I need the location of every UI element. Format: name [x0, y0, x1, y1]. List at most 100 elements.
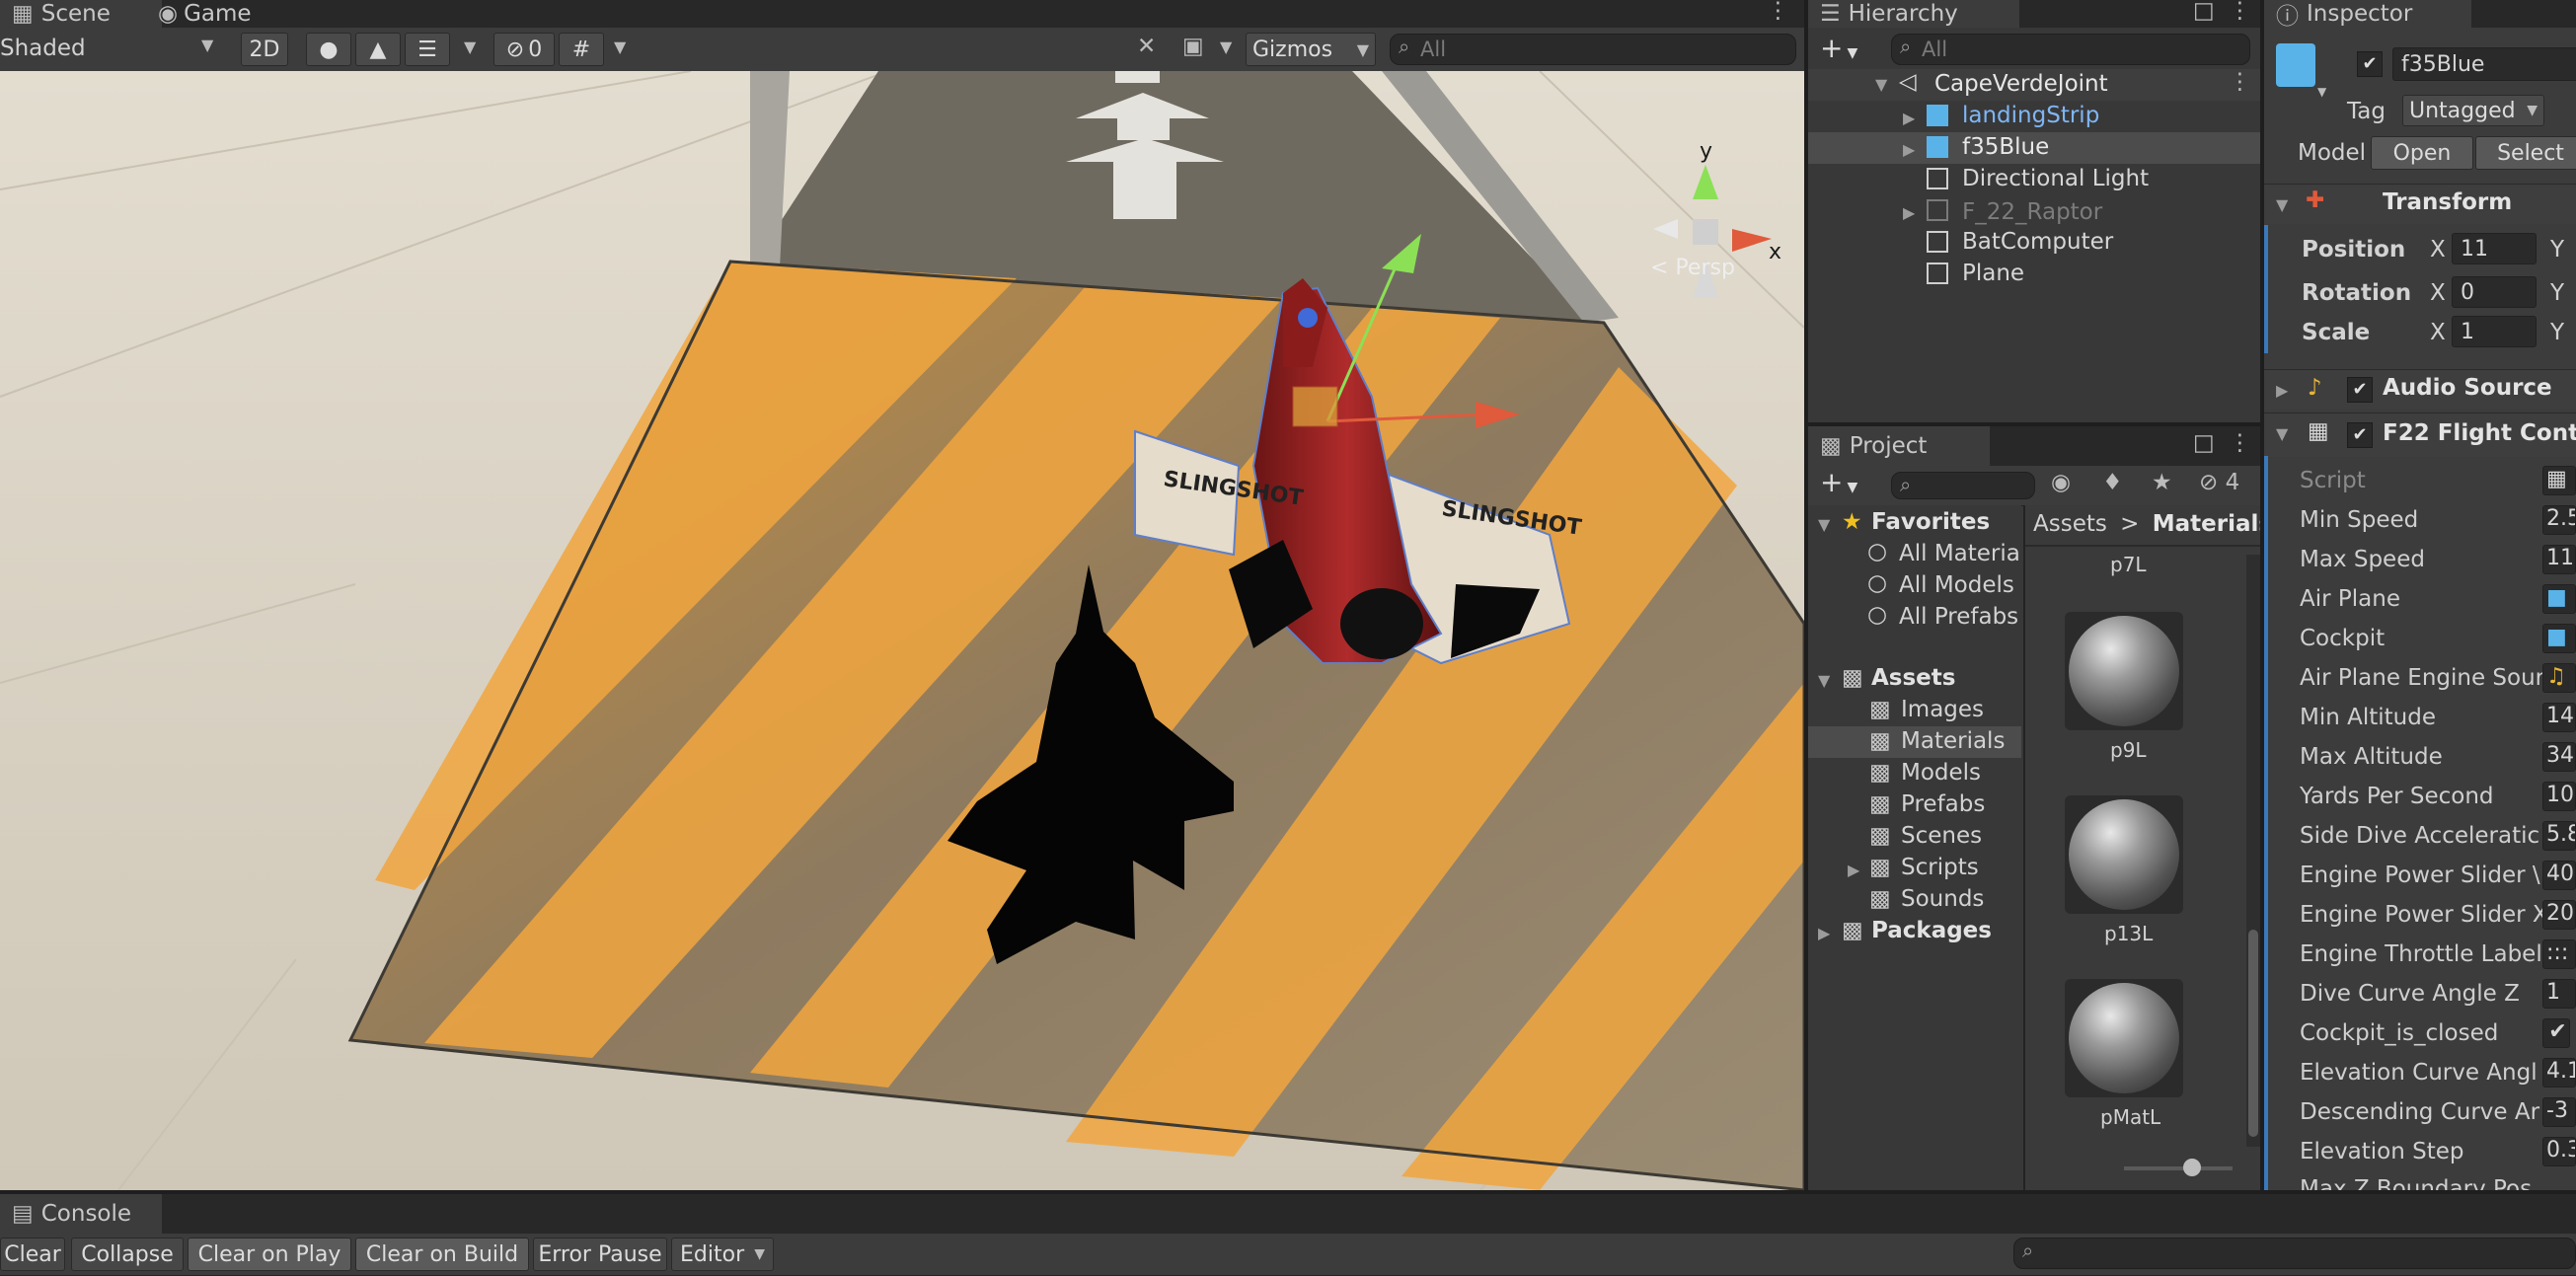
field-value[interactable]: -3 [2542, 1097, 2576, 1127]
tab-game[interactable]: ◉ Game [146, 0, 298, 28]
audio-toggle-button[interactable]: ▲ [355, 33, 401, 66]
breadcrumb-assets[interactable]: Assets [2033, 511, 2107, 537]
shading-mode-dropdown[interactable]: Shaded ▼ [0, 36, 225, 65]
2d-toggle-button[interactable]: 2D [241, 33, 288, 66]
thumbnail-size-slider[interactable] [2124, 1159, 2233, 1176]
slider-handle[interactable] [2183, 1159, 2201, 1176]
folder-item[interactable]: Scenes [1901, 823, 1982, 849]
grid-dropdown-arrow[interactable]: ▼ [614, 38, 626, 56]
effects-dropdown-arrow[interactable]: ▼ [464, 38, 476, 56]
packages-label[interactable]: Packages [1871, 918, 1992, 943]
material-label[interactable]: p7L [2110, 553, 2147, 576]
expand-arrow-icon[interactable]: ▶ [1848, 861, 1859, 879]
field-value[interactable]: 20 [2542, 900, 2576, 930]
field-value[interactable]: 34 [2542, 742, 2576, 772]
field-value[interactable]: ::: [2542, 939, 2576, 969]
console-collapse-button[interactable]: Collapse [71, 1238, 184, 1271]
material-thumbnail[interactable] [2065, 979, 2183, 1097]
expand-arrow-icon[interactable]: ▶ [2276, 381, 2288, 400]
audio-source-enabled-checkbox[interactable]: ✔ [2347, 377, 2373, 403]
folder-item[interactable]: Scripts [1901, 855, 1979, 880]
checkbox-value[interactable]: ✔ [2542, 1018, 2570, 1048]
material-thumbnail[interactable] [2065, 795, 2183, 914]
chevron-down-icon[interactable]: ▼ [2317, 85, 2326, 99]
active-checkbox[interactable]: ✔ [2357, 51, 2383, 77]
field-value[interactable]: 11. [2542, 545, 2576, 574]
expand-arrow-icon[interactable]: ▼ [1818, 671, 1830, 690]
asset-grid-scrollbar[interactable] [2246, 555, 2260, 1147]
gizmos-dropdown[interactable]: Gizmos ▼ [1246, 33, 1376, 66]
lighting-toggle-button[interactable]: ● [306, 33, 351, 66]
camera-dropdown-arrow[interactable]: ▼ [1220, 38, 1232, 56]
field-value[interactable]: 4.1 [2542, 1058, 2576, 1088]
object-name-field[interactable]: f35Blue [2392, 47, 2576, 81]
field-value-script[interactable]: ▦ [2542, 466, 2576, 495]
expand-arrow-icon[interactable]: ▼ [1818, 515, 1830, 534]
project-menu-icon[interactable]: ⋮ [2229, 430, 2251, 456]
tab-inspector[interactable]: ⓘ Inspector [2264, 0, 2471, 30]
select-button[interactable]: Select [2475, 136, 2576, 170]
expand-arrow-icon[interactable]: ▼ [2276, 424, 2288, 443]
material-label[interactable]: pMatL [2100, 1105, 2160, 1129]
grid-toggle-button[interactable]: # [559, 33, 604, 66]
camera-icon[interactable]: ▣ [1182, 34, 1204, 59]
field-value-audio-ref[interactable]: ♫ [2542, 663, 2576, 693]
expand-arrow-icon[interactable]: ▶ [1903, 140, 1915, 159]
field-value[interactable]: 5.8 [2542, 821, 2576, 851]
expand-arrow-icon[interactable]: ▼ [1875, 75, 1887, 94]
assets-label[interactable]: Assets [1871, 665, 1955, 691]
scene-menu-icon[interactable]: ⋮ [1767, 0, 1789, 24]
hierarchy-item-plane[interactable]: Plane [1962, 261, 2024, 286]
hierarchy-item-landingstrip[interactable]: landingStrip [1962, 103, 2099, 128]
tab-scene[interactable]: ▦ Scene [0, 0, 162, 28]
project-search-input[interactable] [1891, 472, 2035, 499]
console-error-pause-toggle[interactable]: Error Pause [533, 1238, 667, 1271]
favorites-item[interactable]: All Materia [1899, 541, 2020, 566]
scrollbar-thumb[interactable] [2248, 930, 2258, 1137]
console-clear-on-build-toggle[interactable]: Clear on Build [355, 1238, 529, 1271]
field-value[interactable]: 40 [2542, 861, 2576, 890]
open-button[interactable]: Open [2371, 136, 2473, 170]
folder-item[interactable]: Prefabs [1901, 791, 1985, 817]
effects-toggle-button[interactable]: ☰ [405, 33, 450, 66]
tab-hierarchy[interactable]: ☰ Hierarchy [1808, 0, 2019, 28]
hierarchy-item-batcomputer[interactable]: BatComputer [1962, 229, 2113, 255]
console-clear-on-play-toggle[interactable]: Clear on Play [188, 1238, 351, 1271]
favorites-label[interactable]: Favorites [1871, 509, 1990, 535]
material-label[interactable]: p9L [2110, 738, 2147, 762]
hierarchy-item-f35blue[interactable]: f35Blue [1962, 134, 2049, 160]
field-value-object-ref[interactable]: ■ [2542, 624, 2576, 653]
hidden-objects-toggle[interactable]: ⊘ 0 [493, 33, 555, 66]
hidden-packages-toggle[interactable]: ⊘ 4 [2199, 470, 2239, 495]
field-value[interactable]: 2.5 [2542, 505, 2576, 535]
hierarchy-item-f22-raptor[interactable]: F_22_Raptor [1962, 199, 2102, 225]
tag-dropdown[interactable]: Untagged ▼ [2402, 95, 2544, 126]
lock-icon[interactable]: □ [2193, 0, 2215, 24]
hierarchy-menu-icon[interactable]: ⋮ [2229, 0, 2251, 24]
expand-arrow-icon[interactable]: ▶ [1903, 109, 1915, 127]
tools-icon[interactable]: ✕ [1137, 34, 1156, 59]
root-menu-icon[interactable]: ⋮ [2229, 69, 2251, 95]
expand-arrow-icon[interactable]: ▶ [1903, 203, 1915, 222]
f22-controller-enabled-checkbox[interactable]: ✔ [2347, 422, 2373, 448]
project-add-button[interactable]: + ▼ [1820, 466, 1857, 498]
folder-item[interactable]: Sounds [1901, 886, 1984, 912]
favorites-item[interactable]: All Prefabs [1899, 604, 2018, 630]
material-thumbnail[interactable] [2065, 612, 2183, 730]
console-search-input[interactable] [2013, 1238, 2576, 1269]
field-value[interactable]: 14 [2542, 703, 2576, 732]
scene-viewport[interactable]: SLINGSHOT SLINGSHOT y x < Persp [0, 71, 1804, 1190]
console-clear-button[interactable]: Clear [0, 1238, 65, 1271]
filter-by-label-icon[interactable]: ♦ [2102, 470, 2123, 495]
hierarchy-search-input[interactable]: All [1891, 34, 2250, 65]
expand-arrow-icon[interactable]: ▶ [1818, 924, 1830, 942]
scene-search-input[interactable]: All [1390, 34, 1796, 65]
scale-x-field[interactable]: 1 [2452, 316, 2537, 347]
expand-arrow-icon[interactable]: ▼ [2276, 195, 2288, 214]
field-value[interactable]: 1 [2542, 979, 2576, 1009]
folder-item[interactable]: Models [1901, 760, 1981, 786]
hierarchy-add-button[interactable]: + ▼ [1820, 32, 1857, 64]
hierarchy-item-directional-light[interactable]: Directional Light [1962, 166, 2149, 191]
tab-console[interactable]: ▤ Console [0, 1194, 162, 1234]
star-icon[interactable]: ★ [2152, 470, 2172, 495]
